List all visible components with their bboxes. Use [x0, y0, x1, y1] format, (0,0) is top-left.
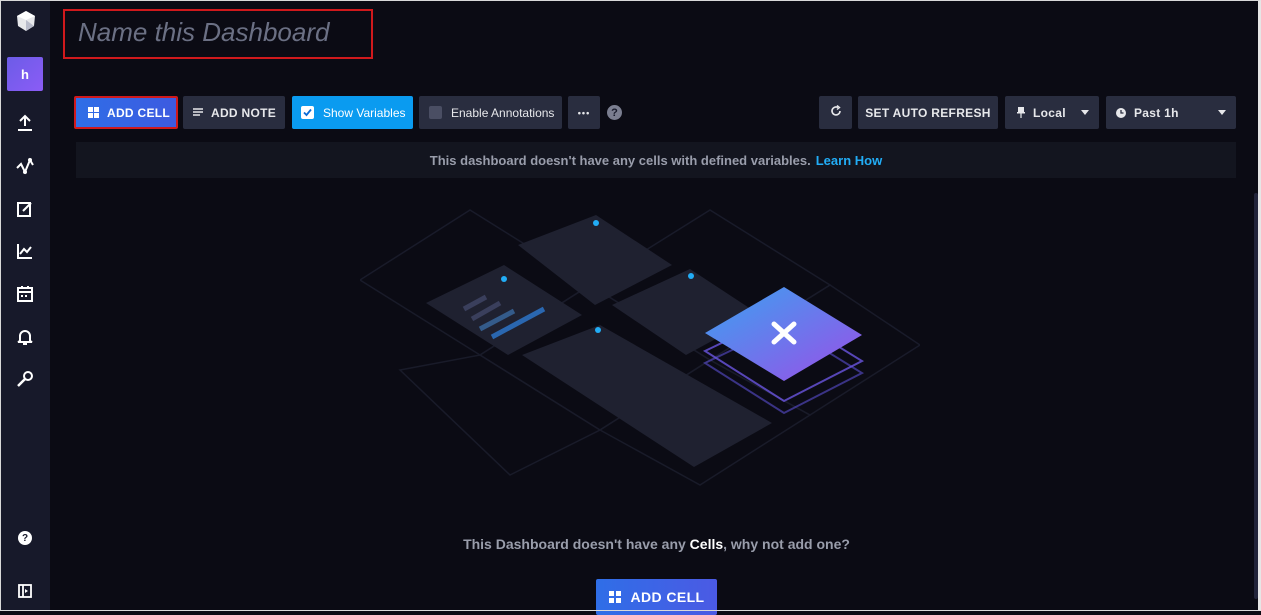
- empty-text-bold: Cells: [689, 536, 724, 552]
- timezone-dropdown[interactable]: Local: [1005, 96, 1099, 129]
- clock-icon: [1116, 107, 1126, 118]
- empty-dashboard-illustration: [360, 209, 920, 486]
- timezone-value: Local: [1033, 105, 1066, 120]
- checkbox-unchecked-icon[interactable]: [429, 106, 442, 119]
- refresh-icon: [830, 104, 842, 120]
- upload-icon[interactable]: [14, 112, 36, 134]
- settings-wrench-icon[interactable]: [14, 368, 36, 390]
- data-explorer-icon[interactable]: [14, 155, 36, 177]
- checkbox-checked-icon[interactable]: [301, 106, 314, 119]
- note-lines-icon: [193, 107, 203, 118]
- ellipsis-icon: •••: [577, 107, 591, 118]
- add-note-button[interactable]: ADD NOTE: [183, 96, 285, 129]
- notebook-icon[interactable]: [14, 198, 36, 220]
- add-cell-button[interactable]: ADD CELL: [74, 96, 178, 129]
- org-avatar[interactable]: h: [7, 57, 43, 91]
- time-range-value: Past 1h: [1134, 105, 1179, 120]
- question-help-icon[interactable]: ?: [607, 105, 622, 120]
- chevron-down-icon: [1081, 110, 1089, 115]
- dashboard-name-input[interactable]: Name this Dashboard: [78, 17, 329, 48]
- chevron-down-icon: [1218, 110, 1226, 115]
- alerts-bell-icon[interactable]: [14, 326, 36, 348]
- enable-annotations-label: Enable Annotations: [451, 105, 555, 120]
- add-cell-empty-label: ADD CELL: [630, 589, 705, 605]
- more-options-button[interactable]: •••: [568, 96, 600, 129]
- empty-text-after: , why not add one?: [723, 536, 850, 552]
- grid-icon: [88, 107, 99, 118]
- set-auto-refresh-button[interactable]: SET AUTO REFRESH: [858, 96, 998, 129]
- show-variables-label: Show Variables: [323, 105, 406, 120]
- collapse-sidebar-icon[interactable]: [14, 580, 36, 602]
- enable-annotations-toggle[interactable]: Enable Annotations: [419, 96, 562, 129]
- add-note-label: ADD NOTE: [211, 105, 277, 120]
- notice-text: This dashboard doesn't have any cells wi…: [429, 152, 811, 168]
- refresh-button[interactable]: [819, 96, 852, 129]
- influxdb-logo-icon[interactable]: [15, 10, 37, 32]
- add-cell-button-empty-state[interactable]: ADD CELL: [596, 579, 717, 615]
- empty-state-message: This Dashboard doesn't have any Cells, w…: [0, 536, 1261, 552]
- learn-how-link[interactable]: Learn How: [816, 153, 882, 168]
- add-cell-label: ADD CELL: [107, 105, 171, 120]
- grid-icon: [608, 591, 621, 603]
- pin-icon: [1017, 107, 1025, 118]
- sidebar: h ?: [0, 0, 50, 611]
- auto-refresh-label: SET AUTO REFRESH: [865, 105, 991, 120]
- tasks-icon[interactable]: [14, 283, 36, 305]
- show-variables-toggle[interactable]: Show Variables: [292, 96, 413, 129]
- variables-notice: This dashboard doesn't have any cells wi…: [76, 142, 1236, 178]
- time-range-dropdown[interactable]: Past 1h: [1106, 96, 1236, 129]
- dashboards-icon[interactable]: [14, 240, 36, 262]
- empty-text-before: This Dashboard doesn't have any: [463, 536, 686, 552]
